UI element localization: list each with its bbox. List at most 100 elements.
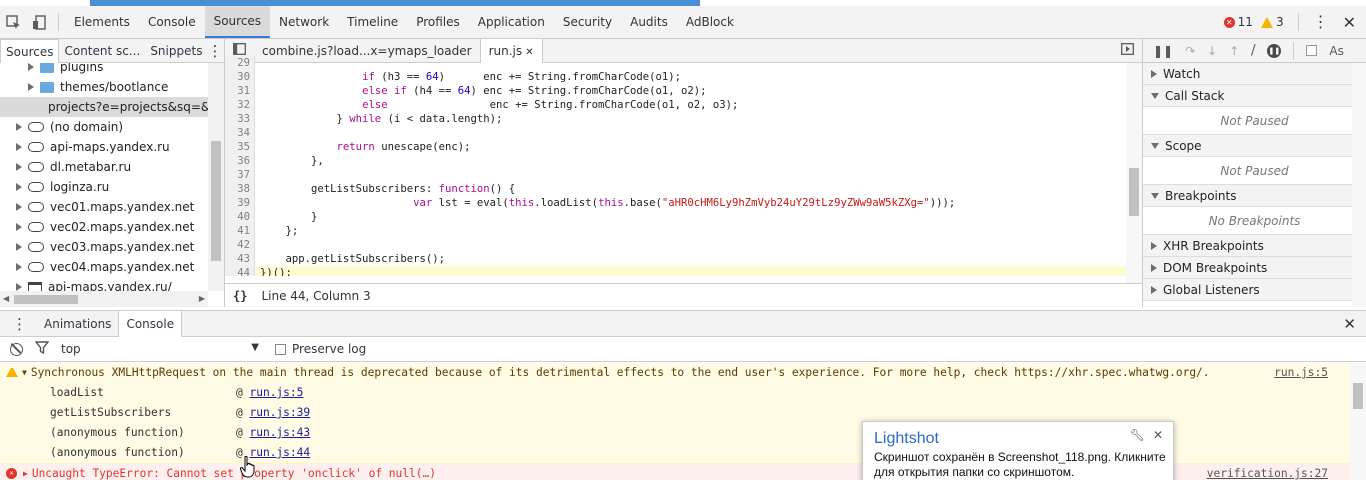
close-devtools-icon[interactable]: ✕ — [1343, 13, 1356, 32]
code-line[interactable]: 41 }; — [225, 224, 1142, 238]
frame-link[interactable]: run.js:5 — [249, 383, 303, 403]
expand-triangle-icon[interactable] — [16, 223, 22, 231]
line-number[interactable]: 43 — [225, 252, 255, 266]
more-options-icon[interactable]: ⋮ — [1313, 14, 1329, 30]
line-number[interactable]: 37 — [225, 168, 255, 182]
expand-triangle-icon[interactable] — [16, 143, 22, 151]
expand-triangle-icon[interactable] — [16, 183, 22, 191]
navigator-vertical-scrollbar[interactable] — [208, 63, 224, 291]
frame-link[interactable]: run.js:43 — [249, 423, 310, 443]
navigator-tab-0[interactable]: Sources — [0, 38, 60, 63]
drawer-tab-animations[interactable]: Animations — [37, 311, 118, 337]
tab-timeline[interactable]: Timeline — [338, 6, 407, 38]
code-line[interactable]: 34 — [225, 126, 1142, 140]
code-line[interactable]: 33 } while (i < data.length); — [225, 112, 1142, 126]
console-scrollbar[interactable] — [1350, 363, 1366, 480]
deactivate-breakpoints-icon[interactable]: ⧸ — [1251, 43, 1255, 58]
code-line[interactable]: 32 else enc += String.fromCharCode(o1, o… — [225, 98, 1142, 112]
line-number[interactable]: 32 — [225, 98, 255, 112]
navigator-item[interactable]: vec03.maps.yandex.net — [0, 237, 208, 257]
line-number[interactable]: 44 — [225, 266, 255, 276]
warning-source-link[interactable]: run.js:5 — [1274, 363, 1328, 383]
editor-vertical-scrollbar[interactable] — [1126, 63, 1142, 283]
frame-link[interactable]: run.js:39 — [249, 403, 310, 423]
line-number[interactable]: 31 — [225, 84, 255, 98]
navigator-item[interactable]: themes/bootlance — [0, 77, 208, 97]
line-number[interactable]: 38 — [225, 182, 255, 196]
expand-triangle-icon[interactable] — [16, 243, 22, 251]
debugger-section-call-stack[interactable]: Call Stack — [1143, 85, 1366, 107]
debugger-section-xhr-breakpoints[interactable]: XHR Breakpoints — [1143, 235, 1366, 257]
navigator-item[interactable]: vec04.maps.yandex.net — [0, 257, 208, 277]
navigator-item[interactable]: vec01.maps.yandex.net — [0, 197, 208, 217]
pause-icon[interactable]: ❚❚ — [1153, 44, 1173, 58]
code-line[interactable]: 40 } — [225, 210, 1142, 224]
navigator-item[interactable]: plugins — [0, 63, 208, 77]
code-line[interactable]: 44})(); — [225, 266, 1142, 276]
navigator-item[interactable]: dl.metabar.ru — [0, 157, 208, 177]
line-number[interactable]: 39 — [225, 196, 255, 210]
code-line[interactable]: 29 — [225, 56, 1142, 70]
code-line[interactable]: 30 if (h3 == 64) enc += String.fromCharC… — [225, 70, 1142, 84]
preserve-log-checkbox[interactable] — [275, 343, 286, 355]
tab-profiles[interactable]: Profiles — [407, 6, 469, 38]
code-line[interactable]: 36 }, — [225, 154, 1142, 168]
step-into-icon[interactable]: ↓ — [1207, 44, 1217, 58]
tab-elements[interactable]: Elements — [65, 6, 139, 38]
expand-triangle-icon[interactable]: ▶ — [23, 464, 28, 480]
line-number[interactable]: 41 — [225, 224, 255, 238]
drawer-menu-icon[interactable]: ⋮ — [0, 315, 37, 333]
navigator-item[interactable]: api-maps.yandex.ru/ — [0, 277, 208, 291]
navigator-tab-2[interactable]: Snippets — [145, 39, 207, 63]
expand-triangle-icon[interactable]: ▼ — [22, 363, 27, 383]
debugger-scrollbar[interactable] — [1352, 63, 1366, 307]
scroll-left-icon[interactable]: ◀ — [3, 291, 9, 307]
pause-on-exceptions-icon[interactable]: ❚❚ — [1267, 43, 1282, 58]
tab-console[interactable]: Console — [139, 6, 205, 38]
scrollbar-thumb[interactable] — [211, 141, 221, 261]
navigator-item[interactable]: loginza.ru — [0, 177, 208, 197]
navigator-item[interactable]: vec02.maps.yandex.net — [0, 217, 208, 237]
line-number[interactable]: 42 — [225, 238, 255, 252]
step-over-icon[interactable]: ↷ — [1185, 44, 1195, 58]
line-number[interactable]: 29 — [225, 56, 255, 70]
scrollbar-thumb[interactable] — [14, 295, 78, 304]
scroll-right-icon[interactable]: ▶ — [199, 291, 205, 307]
expand-triangle-icon[interactable] — [16, 263, 22, 271]
debugger-section-scope[interactable]: Scope — [1143, 135, 1366, 157]
device-mode-icon[interactable] — [26, 9, 52, 35]
warning-line[interactable]: ▼ Synchronous XMLHttpRequest on the main… — [0, 363, 1350, 383]
navigator-horizontal-scrollbar[interactable]: ◀ ▶ — [0, 291, 208, 307]
tab-network[interactable]: Network — [270, 6, 338, 38]
expand-triangle-icon[interactable] — [28, 83, 34, 91]
pretty-print-icon[interactable]: {} — [225, 289, 261, 303]
lightshot-notification[interactable]: Lightshot 🔧︎ ✕ Скриншот сохранён в Scree… — [862, 421, 1174, 480]
tab-audits[interactable]: Audits — [621, 6, 677, 38]
tab-security[interactable]: Security — [554, 6, 621, 38]
warning-counter[interactable]: 3 — [1260, 15, 1284, 29]
debugger-section-breakpoints[interactable]: Breakpoints — [1143, 185, 1366, 207]
line-number[interactable]: 30 — [225, 70, 255, 84]
debugger-section-watch[interactable]: Watch — [1143, 63, 1366, 85]
debugger-section-global-listeners[interactable]: Global Listeners — [1143, 279, 1366, 301]
error-source-link[interactable]: verification.js:27 — [1207, 464, 1328, 480]
drawer-tab-console[interactable]: Console — [118, 310, 183, 337]
navigator-item[interactable]: api-maps.yandex.ru — [0, 137, 208, 157]
tab-application[interactable]: Application — [469, 6, 554, 38]
code-line[interactable]: 37 — [225, 168, 1142, 182]
code-line[interactable]: 31 else if (h4 == 64) enc += String.from… — [225, 84, 1142, 98]
expand-triangle-icon[interactable] — [28, 63, 34, 71]
clear-console-icon[interactable] — [10, 342, 23, 356]
scrollbar-thumb[interactable] — [1129, 168, 1139, 216]
debugger-section-dom-breakpoints[interactable]: DOM Breakpoints — [1143, 257, 1366, 279]
code-line[interactable]: 35 return unescape(enc); — [225, 140, 1142, 154]
frame-link[interactable]: run.js:44 — [249, 443, 310, 463]
filter-icon[interactable] — [34, 341, 50, 357]
error-counter[interactable]: ✕ 11 — [1223, 15, 1253, 29]
expand-triangle-icon[interactable] — [16, 283, 22, 291]
code-line[interactable]: 39 var lst = eval(this.loadList(this.bas… — [225, 196, 1142, 210]
line-number[interactable]: 36 — [225, 154, 255, 168]
code-line[interactable]: 43 app.getListSubscribers(); — [225, 252, 1142, 266]
expand-triangle-icon[interactable] — [16, 123, 22, 131]
expand-triangle-icon[interactable] — [16, 203, 22, 211]
